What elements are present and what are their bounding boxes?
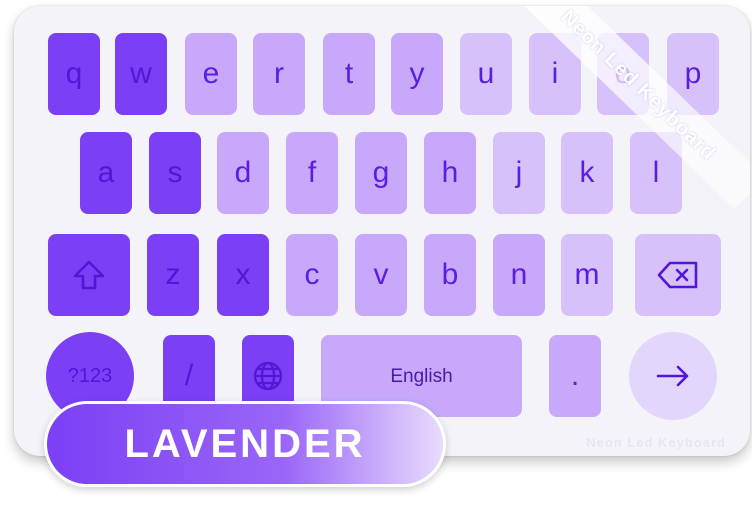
key-g[interactable]: g <box>355 132 407 214</box>
brand-watermark: Neon Led Keyboard <box>586 435 726 450</box>
key-h[interactable]: h <box>424 132 476 214</box>
theme-name-label: LAVENDER <box>124 421 366 466</box>
key-v[interactable]: v <box>355 234 407 316</box>
shift-arrow-icon <box>73 260 105 290</box>
key-e[interactable]: e <box>185 33 237 115</box>
key-x[interactable]: x <box>217 234 269 316</box>
backspace-key[interactable] <box>635 234 721 316</box>
key-t[interactable]: t <box>323 33 375 115</box>
key-u[interactable]: u <box>460 33 512 115</box>
key-d[interactable]: d <box>217 132 269 214</box>
globe-icon <box>253 361 283 391</box>
backspace-icon <box>657 261 698 289</box>
enter-key[interactable] <box>629 332 717 420</box>
key-j[interactable]: j <box>493 132 545 214</box>
key-r[interactable]: r <box>253 33 305 115</box>
key-c[interactable]: c <box>286 234 338 316</box>
key-f[interactable]: f <box>286 132 338 214</box>
key-n[interactable]: n <box>493 234 545 316</box>
key-k[interactable]: k <box>561 132 613 214</box>
arrow-right-icon <box>656 365 689 387</box>
key-q[interactable]: q <box>48 33 100 115</box>
key-w[interactable]: w <box>115 33 167 115</box>
key-a[interactable]: a <box>80 132 132 214</box>
key-z[interactable]: z <box>147 234 199 316</box>
key-m[interactable]: m <box>561 234 613 316</box>
key-b[interactable]: b <box>424 234 476 316</box>
shift-key[interactable] <box>48 234 130 316</box>
theme-name-badge: LAVENDER <box>44 401 446 487</box>
period-key[interactable]: . <box>549 335 601 417</box>
key-y[interactable]: y <box>391 33 443 115</box>
key-s[interactable]: s <box>149 132 201 214</box>
keyboard-panel: q w e r t y u i o p a s d f g h j k l z … <box>14 6 750 456</box>
